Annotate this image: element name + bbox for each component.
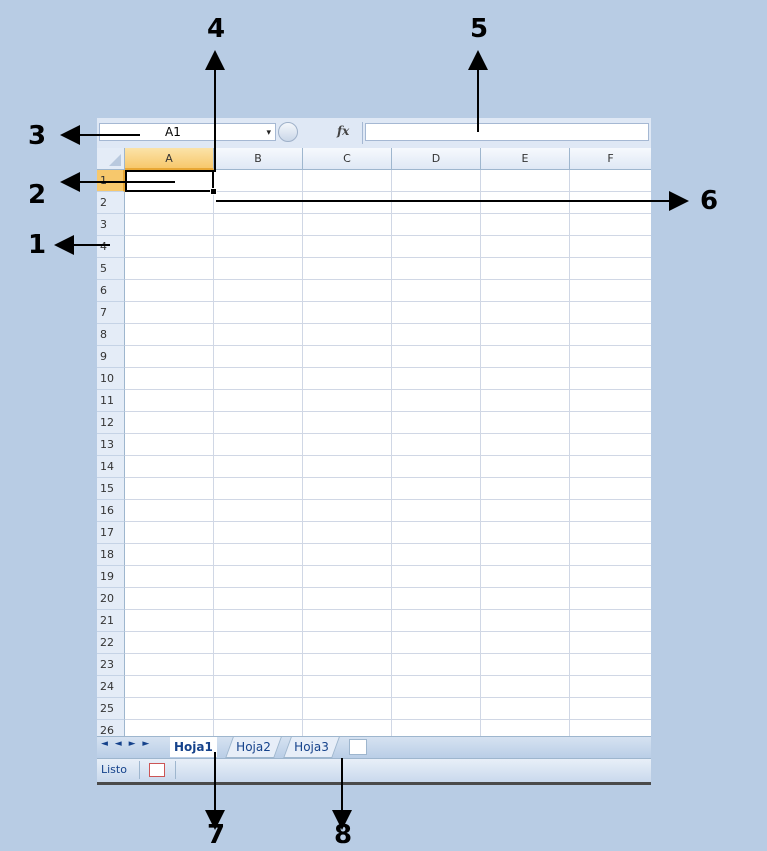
column-header-b[interactable]: B — [214, 148, 303, 170]
callout-3: 3 — [28, 121, 47, 151]
row-header-2[interactable]: 2 — [97, 192, 125, 214]
tab-hoja2[interactable]: Hoja2 — [225, 737, 282, 758]
row-gridline — [125, 587, 651, 588]
row-header-24[interactable]: 24 — [97, 676, 125, 698]
status-divider — [139, 761, 140, 779]
row-gridline — [125, 433, 651, 434]
row-header-6[interactable]: 6 — [97, 280, 125, 302]
insert-function-icon[interactable]: fx — [337, 124, 349, 138]
column-header-e[interactable]: E — [481, 148, 570, 170]
row-gridline — [125, 367, 651, 368]
row-gridline — [125, 345, 651, 346]
callout-4: 4 — [207, 14, 226, 44]
sheet-nav-buttons[interactable]: ◄ ◄ ► ► — [101, 739, 151, 749]
column-gridline — [391, 170, 392, 736]
tab-hoja3[interactable]: Hoja3 — [283, 737, 340, 758]
row-header-8[interactable]: 8 — [97, 324, 125, 346]
row-header-15[interactable]: 15 — [97, 478, 125, 500]
formula-bar: A1 ▾ fx — [97, 118, 651, 149]
row-header-11[interactable]: 11 — [97, 390, 125, 412]
fill-handle[interactable] — [210, 188, 217, 195]
row-gridline — [125, 301, 651, 302]
row-header-12[interactable]: 12 — [97, 412, 125, 434]
tab-hoja3-label: Hoja3 — [294, 740, 329, 754]
row-gridline — [125, 455, 651, 456]
row-gridline — [125, 653, 651, 654]
callout-8: 8 — [334, 820, 353, 850]
row-gridline — [125, 477, 651, 478]
callout-2: 2 — [28, 180, 47, 210]
column-header-f[interactable]: F — [570, 148, 651, 170]
column-gridline — [302, 170, 303, 736]
row-header-21[interactable]: 21 — [97, 610, 125, 632]
row-header-13[interactable]: 13 — [97, 434, 125, 456]
status-divider — [175, 761, 176, 779]
row-header-26[interactable]: 26 — [97, 720, 125, 736]
row-header-9[interactable]: 9 — [97, 346, 125, 368]
row-header-22[interactable]: 22 — [97, 632, 125, 654]
row-header-20[interactable]: 20 — [97, 588, 125, 610]
row-gridline — [125, 609, 651, 610]
row-header-1[interactable]: 1 — [97, 170, 125, 192]
row-header-16[interactable]: 16 — [97, 500, 125, 522]
formula-bar-toggle-button[interactable] — [278, 122, 298, 142]
row-header-19[interactable]: 19 — [97, 566, 125, 588]
row-header-17[interactable]: 17 — [97, 522, 125, 544]
row-gridline — [125, 279, 651, 280]
row-gridline — [125, 675, 651, 676]
row-header-18[interactable]: 18 — [97, 544, 125, 566]
status-text: Listo — [101, 763, 127, 776]
window-bottom-edge — [97, 782, 651, 785]
row-gridline — [125, 235, 651, 236]
callout-5: 5 — [470, 14, 489, 44]
row-gridline — [125, 323, 651, 324]
row-header-7[interactable]: 7 — [97, 302, 125, 324]
excel-window: A1 ▾ fx A B C D E F 1 2 3 4 5 6 7 8 9 10 11 12 13 14 15 16 17 1… — [97, 118, 651, 785]
tab-hoja1[interactable]: Hoja1 — [170, 737, 217, 757]
chevron-down-icon[interactable]: ▾ — [266, 125, 271, 141]
insert-sheet-icon[interactable] — [349, 739, 367, 755]
row-gridline — [125, 719, 651, 720]
row-gridline — [125, 389, 651, 390]
name-box-value: A1 — [165, 125, 181, 139]
row-gridline — [125, 213, 651, 214]
macro-record-icon[interactable] — [149, 763, 165, 777]
column-header-c[interactable]: C — [303, 148, 392, 170]
row-gridline — [125, 631, 651, 632]
name-box[interactable]: A1 ▾ — [99, 123, 276, 141]
callout-1: 1 — [28, 230, 47, 260]
formula-bar-divider — [362, 122, 363, 144]
row-gridline — [125, 565, 651, 566]
select-all-button[interactable] — [97, 148, 125, 170]
row-header-4[interactable]: 4 — [97, 236, 125, 258]
sheet-tab-bar: ◄ ◄ ► ► Hoja1 Hoja2 Hoja3 — [97, 736, 651, 759]
row-header-3[interactable]: 3 — [97, 214, 125, 236]
row-gridline — [125, 697, 651, 698]
row-header-23[interactable]: 23 — [97, 654, 125, 676]
callout-7: 7 — [207, 820, 226, 850]
figure-frame: A1 ▾ fx A B C D E F 1 2 3 4 5 6 7 8 9 10 11 12 13 14 15 16 17 1… — [0, 0, 767, 851]
tab-hoja2-label: Hoja2 — [236, 740, 271, 754]
row-gridline — [125, 257, 651, 258]
row-gridline — [125, 499, 651, 500]
active-cell[interactable] — [125, 170, 214, 192]
callout-6: 6 — [700, 186, 719, 216]
row-header-14[interactable]: 14 — [97, 456, 125, 478]
row-header-10[interactable]: 10 — [97, 368, 125, 390]
column-gridline — [213, 170, 214, 736]
row-header-5[interactable]: 5 — [97, 258, 125, 280]
column-gridline — [569, 170, 570, 736]
row-gridline — [125, 543, 651, 544]
column-header-d[interactable]: D — [392, 148, 481, 170]
formula-input[interactable] — [365, 123, 649, 141]
column-gridline — [480, 170, 481, 736]
worksheet-grid[interactable]: A B C D E F 1 2 3 4 5 6 7 8 9 10 11 12 13 14 15 16 17 18 19 20 21 2… — [97, 148, 651, 736]
column-header-a[interactable]: A — [125, 148, 214, 170]
row-gridline — [125, 411, 651, 412]
row-header-25[interactable]: 25 — [97, 698, 125, 720]
status-bar: Listo — [97, 758, 651, 783]
row-gridline — [125, 521, 651, 522]
